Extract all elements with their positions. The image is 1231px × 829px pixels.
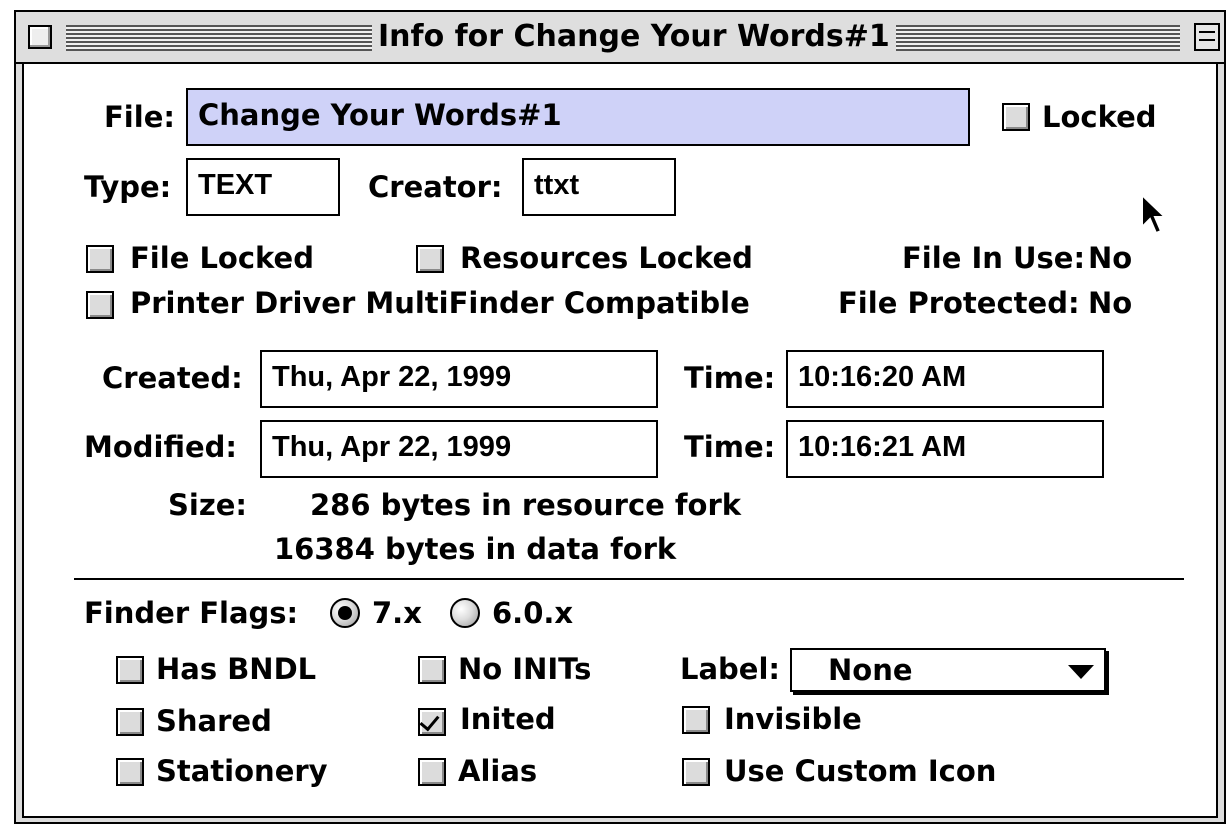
type-label: Type: bbox=[84, 170, 172, 204]
inited-label: Inited bbox=[460, 702, 556, 736]
file-label: File: bbox=[104, 100, 175, 134]
type-field[interactable]: TEXT bbox=[186, 158, 340, 216]
created-time-field[interactable]: 10:16:20 AM bbox=[786, 350, 1104, 408]
mouse-pointer-icon bbox=[1141, 193, 1166, 235]
invisible-checkbox[interactable] bbox=[682, 706, 710, 734]
resources-locked-checkbox[interactable] bbox=[416, 245, 444, 273]
window-title: Info for Change Your Words#1 bbox=[372, 12, 896, 62]
has-bndl-checkbox[interactable] bbox=[116, 656, 144, 684]
chevron-down-icon bbox=[1068, 665, 1094, 679]
info-window: Info for Change Your Words#1 File: Chang… bbox=[14, 10, 1226, 824]
alias-checkbox[interactable] bbox=[418, 758, 446, 786]
label-popup-value: None bbox=[828, 653, 913, 687]
size-label: Size: bbox=[168, 488, 247, 522]
title-bar[interactable]: Info for Change Your Words#1 bbox=[16, 12, 1224, 64]
file-in-use-value: No bbox=[1088, 241, 1133, 275]
creator-label: Creator: bbox=[368, 170, 503, 204]
file-name-field[interactable]: Change Your Words#1 bbox=[186, 88, 970, 146]
finder-flags-60x-radio[interactable] bbox=[450, 598, 480, 628]
modified-date-field[interactable]: Thu, Apr 22, 1999 bbox=[260, 420, 658, 478]
label-popup[interactable]: None bbox=[790, 648, 1106, 692]
printer-driver-checkbox[interactable] bbox=[86, 291, 114, 319]
locked-checkbox[interactable] bbox=[1002, 103, 1030, 131]
no-inits-label: No INITs bbox=[458, 652, 592, 686]
stationery-label: Stationery bbox=[156, 754, 328, 788]
has-bndl-label: Has BNDL bbox=[156, 652, 317, 686]
label-popup-label: Label: bbox=[680, 652, 781, 686]
size-data-fork: 16384 bytes in data fork bbox=[274, 532, 677, 566]
divider bbox=[74, 578, 1184, 580]
file-locked-checkbox[interactable] bbox=[86, 245, 114, 273]
no-inits-checkbox[interactable] bbox=[418, 656, 446, 684]
shared-label: Shared bbox=[156, 704, 272, 738]
created-time-label: Time: bbox=[684, 361, 776, 395]
creator-field[interactable]: ttxt bbox=[522, 158, 676, 216]
use-custom-icon-label: Use Custom Icon bbox=[724, 754, 997, 788]
shared-checkbox[interactable] bbox=[116, 708, 144, 736]
created-date-field[interactable]: Thu, Apr 22, 1999 bbox=[260, 350, 658, 408]
file-locked-label: File Locked bbox=[130, 241, 314, 275]
file-in-use-label: File In Use: bbox=[902, 241, 1086, 275]
inited-checkbox[interactable] bbox=[418, 708, 446, 736]
size-resource-fork: 286 bytes in resource fork bbox=[310, 488, 742, 522]
printer-driver-label: Printer Driver MultiFinder Compatible bbox=[130, 286, 750, 320]
locked-label: Locked bbox=[1042, 100, 1157, 134]
checkmark-icon bbox=[419, 710, 440, 732]
finder-flags-60x-label: 6.0.x bbox=[492, 596, 574, 630]
zoom-box[interactable] bbox=[1194, 23, 1220, 51]
modified-time-label: Time: bbox=[684, 430, 776, 464]
invisible-label: Invisible bbox=[724, 702, 862, 736]
modified-label: Modified: bbox=[84, 430, 238, 464]
alias-label: Alias bbox=[458, 754, 538, 788]
info-content: File: Change Your Words#1 Locked Type: T… bbox=[22, 62, 1218, 818]
close-box[interactable] bbox=[28, 25, 52, 49]
finder-flags-7x-label: 7.x bbox=[372, 596, 422, 630]
stationery-checkbox[interactable] bbox=[116, 758, 144, 786]
created-label: Created: bbox=[102, 361, 243, 395]
modified-time-field[interactable]: 10:16:21 AM bbox=[786, 420, 1104, 478]
finder-flags-7x-radio[interactable] bbox=[330, 598, 360, 628]
resources-locked-label: Resources Locked bbox=[460, 241, 753, 275]
file-protected-label: File Protected: bbox=[838, 286, 1080, 320]
use-custom-icon-checkbox[interactable] bbox=[682, 758, 710, 786]
finder-flags-label: Finder Flags: bbox=[84, 596, 299, 630]
file-protected-value: No bbox=[1088, 286, 1133, 320]
